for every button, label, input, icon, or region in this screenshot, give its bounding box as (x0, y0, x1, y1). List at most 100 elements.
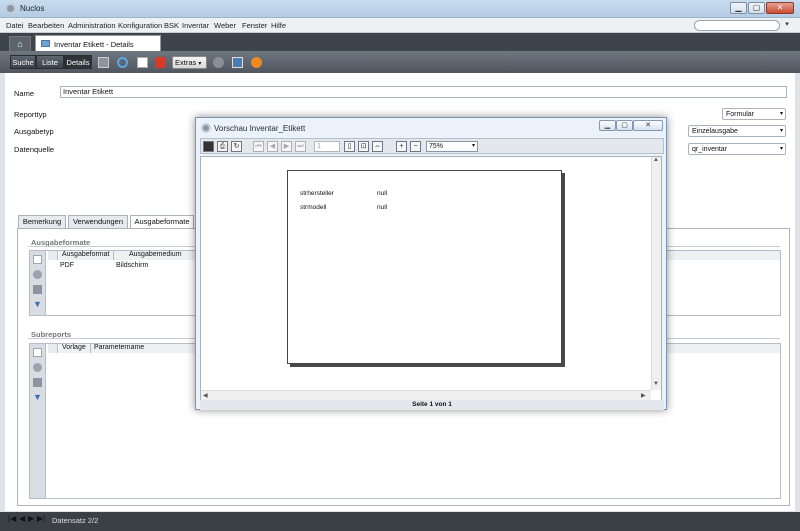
delete-icon[interactable] (155, 57, 166, 68)
info-icon[interactable] (213, 57, 224, 68)
page-number-input[interactable]: 1 (314, 141, 340, 152)
prev-page-icon[interactable]: ◀ (267, 141, 278, 152)
ausgabetyp-label: Ausgabetyp (14, 127, 54, 136)
datenquelle-label: Datenquelle (14, 145, 55, 154)
home-icon[interactable]: ⌂ (9, 36, 31, 51)
vertical-scrollbar[interactable]: ▲ ▼ (651, 157, 661, 390)
chevron-down-icon[interactable]: ▾ (782, 20, 792, 31)
name-field[interactable]: Inventar Etikett (60, 86, 787, 98)
remove-row-icon[interactable] (33, 285, 42, 294)
last-record-icon[interactable]: ▶| (37, 514, 45, 523)
menu-datei[interactable]: Datei (6, 21, 24, 30)
minimize-button[interactable]: ▁ (730, 2, 747, 14)
table-side-buttons: ▼ (30, 251, 46, 315)
filter-icon[interactable]: ▼ (33, 300, 42, 309)
menu-administration[interactable]: Administration (68, 21, 116, 30)
add-row-icon[interactable] (33, 348, 42, 357)
refresh-icon[interactable] (117, 57, 128, 68)
menu-fenster[interactable]: Fenster (242, 21, 267, 30)
reporttyp-value: Formular (726, 111, 755, 118)
reload-icon[interactable]: ↻ (231, 141, 242, 152)
print-icon[interactable] (232, 57, 243, 68)
app-title: Nuclos (20, 4, 45, 13)
menu-bar: Datei Bearbeiten Administration Konfigur… (0, 18, 800, 33)
nuclos-logo-icon (5, 3, 16, 14)
next-page-icon[interactable]: ▶ (281, 141, 292, 152)
maximize-button[interactable]: ▢ (748, 2, 765, 14)
cell-medium[interactable]: Bildschirm (116, 262, 148, 269)
report-page: strhersteller null strmodell null (287, 170, 562, 364)
nuclos-logo-icon (201, 123, 211, 133)
reporttyp-select[interactable]: Formular ▾ (722, 108, 786, 120)
extras-label: Extras (175, 58, 197, 67)
preview-title: Vorschau Inventar_Etikett (214, 124, 306, 133)
actual-size-icon[interactable]: ▯ (344, 141, 355, 152)
add-row-icon[interactable] (33, 255, 42, 264)
ausgabetyp-select[interactable]: Einzelausgabe ▾ (688, 125, 786, 137)
field-label: strhersteller (300, 190, 334, 197)
save-icon[interactable] (203, 141, 214, 152)
zoom-in-icon[interactable]: + (396, 141, 407, 152)
fit-width-icon[interactable]: ⇔ (372, 141, 383, 152)
col-ausgabeformat[interactable]: Ausgabeformat (59, 251, 114, 260)
remove-row-icon[interactable] (33, 378, 42, 387)
col-vorlage[interactable]: Vorlage (59, 344, 91, 353)
tab-inventar-etikett[interactable]: Inventar Etikett - Details (35, 35, 161, 51)
cell-format[interactable]: PDF (60, 262, 74, 269)
field-label: strmodell (300, 204, 327, 211)
fit-page-icon[interactable]: ⊡ (358, 141, 369, 152)
clone-row-icon[interactable] (33, 363, 42, 372)
next-record-icon[interactable]: ▶ (28, 514, 34, 523)
tab-verwendungen[interactable]: Verwendungen (68, 215, 128, 228)
preview-dialog: Vorschau Inventar_Etikett ▁ ▢ ✕ ⎙ ↻ ⏮ ◀ … (195, 117, 667, 410)
first-record-icon[interactable]: |◀ (8, 514, 16, 523)
preview-toolbar: ⎙ ↻ ⏮ ◀ ▶ ⏭ 1 ▯ ⊡ ⇔ + − 75% ▾ (200, 138, 664, 154)
new-icon[interactable] (137, 57, 148, 68)
zoom-out-icon[interactable]: − (410, 141, 421, 152)
page-indicator: Seite 1 von 1 (200, 400, 664, 410)
field-value: null (377, 204, 388, 211)
last-page-icon[interactable]: ⏭ (295, 141, 306, 152)
status-bar (0, 512, 800, 531)
report-icon (41, 40, 50, 47)
menu-hilfe[interactable]: Hilfe (271, 21, 286, 30)
preview-close-button[interactable]: ✕ (633, 120, 663, 131)
first-page-icon[interactable]: ⏮ (253, 141, 264, 152)
menu-bearbeiten[interactable]: Bearbeiten (28, 21, 64, 30)
tab-ausgabeformate[interactable]: Ausgabeformate (130, 215, 194, 228)
menu-konfiguration[interactable]: Konfiguration (118, 21, 162, 30)
preview-maximize-button[interactable]: ▢ (616, 120, 633, 131)
menu-bsk[interactable]: BSK (164, 21, 179, 30)
table-side-buttons: ▼ (30, 344, 46, 498)
print-icon[interactable]: ⎙ (217, 141, 228, 152)
column-chooser-icon[interactable] (48, 344, 58, 353)
close-button[interactable]: ✕ (766, 2, 794, 14)
record-counter: Datensatz 2/2 (52, 516, 99, 525)
datenquelle-value: qr_inventar (692, 146, 728, 153)
tab-label: Inventar Etikett - Details (54, 40, 134, 49)
field-value: null (377, 190, 388, 197)
datenquelle-select[interactable]: qr_inventar ▾ (688, 143, 786, 155)
menu-weber[interactable]: Weber (214, 21, 236, 30)
reporttyp-label: Reporttyp (14, 110, 47, 119)
clone-row-icon[interactable] (33, 270, 42, 279)
play-icon[interactable] (251, 57, 262, 68)
search-input[interactable] (694, 20, 780, 31)
name-label: Name (14, 89, 35, 98)
filter-icon[interactable]: ▼ (33, 393, 42, 402)
crumb-details[interactable]: Details (64, 55, 92, 69)
zoom-select[interactable]: 75% ▾ (426, 141, 478, 152)
preview-minimize-button[interactable]: ▁ (599, 120, 616, 131)
prev-record-icon[interactable]: ◀ (19, 514, 25, 523)
zoom-value: 75% (429, 143, 444, 150)
app-title-bar: Nuclos ▁ ▢ ✕ (0, 0, 800, 18)
preview-canvas: strhersteller null strmodell null ▲ ▼ ◀ … (200, 156, 662, 403)
column-chooser-icon[interactable] (48, 251, 58, 260)
extras-dropdown[interactable]: Extras ▾ (172, 56, 207, 69)
menu-inventar[interactable]: Inventar (182, 21, 209, 30)
crumb-suche[interactable]: Suche (10, 55, 36, 69)
tab-bemerkung[interactable]: Bemerkung (18, 215, 66, 228)
ausgabetyp-value: Einzelausgabe (692, 128, 738, 135)
save-icon[interactable] (98, 57, 109, 68)
crumb-liste[interactable]: Liste (36, 55, 64, 69)
